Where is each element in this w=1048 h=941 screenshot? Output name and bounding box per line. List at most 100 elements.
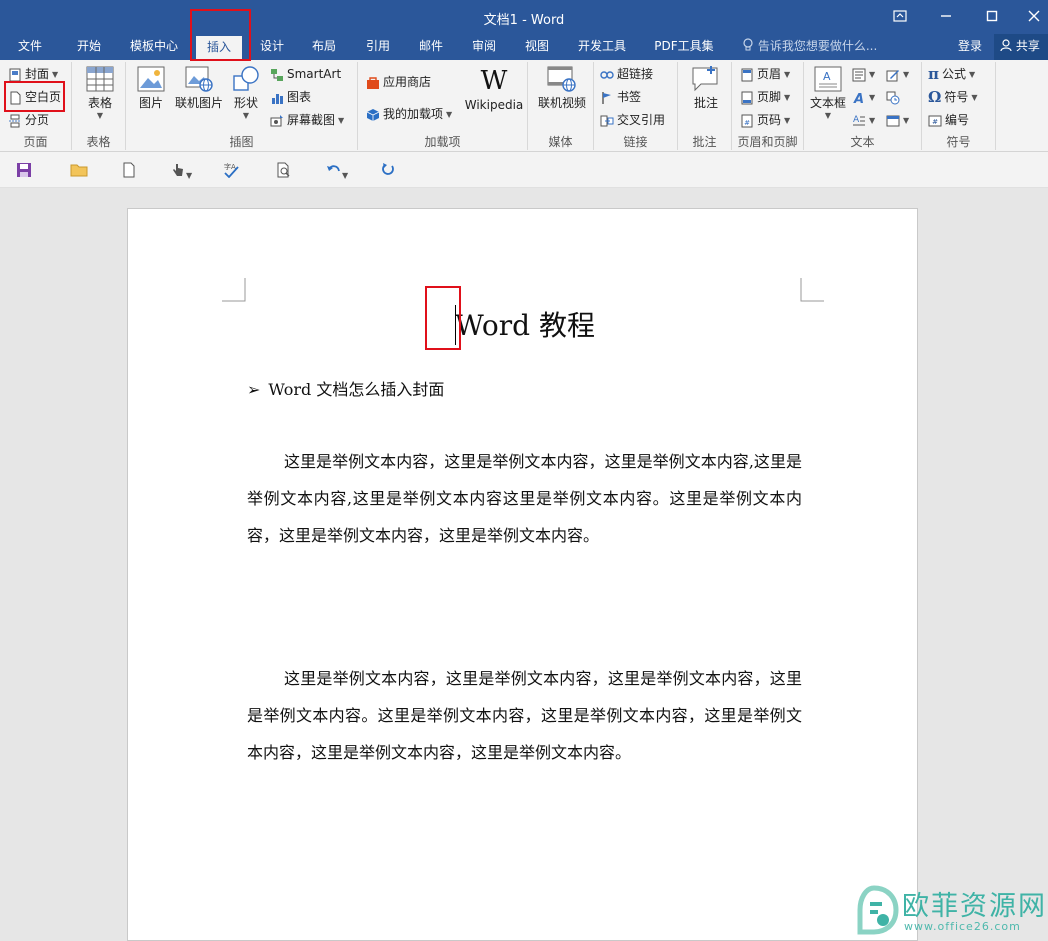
svg-text:字A: 字A — [224, 162, 236, 171]
tab-pdf-tools[interactable]: PDF工具集 — [648, 34, 720, 60]
group-comments-label: 批注 — [692, 135, 717, 149]
hyperlink-button[interactable]: 超链接 — [600, 64, 653, 85]
page-break-button[interactable]: 分页 — [8, 110, 49, 131]
date-time-button[interactable] — [886, 87, 900, 108]
chevron-down-icon: ▼ — [869, 93, 876, 102]
online-video-button[interactable]: 联机视频 — [534, 66, 590, 111]
tab-home[interactable]: 开始 — [68, 34, 110, 60]
screenshot-icon — [270, 114, 283, 126]
tab-mailings[interactable]: 邮件 — [411, 34, 451, 60]
group-text-label: 文本 — [850, 135, 875, 149]
symbol-label: 符号 — [944, 90, 969, 104]
maximize-button[interactable] — [980, 6, 1004, 26]
equation-button[interactable]: π 公式 ▼ — [928, 64, 975, 85]
undo-button[interactable]: ▼ — [326, 162, 358, 180]
my-addins-label: 我的加载项 — [383, 107, 444, 121]
tab-layout[interactable]: 布局 — [304, 34, 344, 60]
document-title[interactable]: Word 教程 — [455, 304, 595, 344]
object-button[interactable]: ▼ — [886, 110, 909, 131]
symbol-button[interactable]: Ω 符号 ▼ — [928, 87, 978, 108]
tell-me-text: 告诉我您想要做什么... — [757, 39, 878, 53]
share-button[interactable]: 共享 — [994, 34, 1048, 60]
bookmark-icon — [602, 91, 611, 104]
maximize-icon — [986, 10, 998, 22]
quick-access-toolbar: ▼ 字A ▼ — [0, 152, 1048, 188]
picture-button[interactable]: 图片 — [132, 66, 170, 111]
paragraph-2[interactable]: 这里是举例文本内容，这里是举例文本内容，这里是举例文本内容，这里是举例文本内容。… — [247, 660, 802, 771]
cover-icon — [9, 68, 21, 81]
footer-button[interactable]: 页脚 ▼ — [740, 87, 790, 108]
signature-line-button[interactable]: ▼ — [886, 64, 909, 85]
screenshot-button[interactable]: 屏幕截图 ▼ — [270, 110, 344, 131]
watermark-url: www.office26.com — [904, 920, 1021, 933]
group-links: 超链接 书签 交叉引用 链接 — [594, 62, 678, 150]
chevron-down-icon: ▼ — [784, 93, 791, 102]
drop-cap-button[interactable]: A ▼ — [852, 110, 875, 131]
close-icon — [1028, 10, 1040, 22]
close-button[interactable] — [1022, 6, 1046, 26]
chart-icon — [272, 93, 283, 104]
tab-developer[interactable]: 开发工具 — [570, 34, 634, 60]
watermark-name: 欧菲资源网 — [902, 891, 1047, 922]
touch-icon — [173, 164, 183, 176]
spelling-button[interactable]: 字A — [222, 162, 244, 180]
chart-button[interactable]: 图表 — [270, 87, 311, 108]
ribbon-display-options-button[interactable] — [888, 6, 912, 26]
bookmark-button[interactable]: 书签 — [600, 87, 641, 108]
online-picture-button[interactable]: 联机图片 — [172, 66, 226, 111]
tab-review[interactable]: 审阅 — [464, 34, 504, 60]
chevron-down-icon: ▼ — [903, 70, 910, 79]
open-button[interactable] — [70, 162, 92, 180]
object-icon — [886, 115, 900, 126]
online-video-icon — [547, 66, 576, 92]
tab-design[interactable]: 设计 — [252, 34, 292, 60]
group-header-footer: 页眉 ▼ 页脚 ▼ # 页码 ▼ 页眉和页脚 — [732, 62, 804, 150]
numbering-button[interactable]: # 编号 — [928, 110, 969, 131]
tab-template-center[interactable]: 模板中心 — [124, 34, 184, 60]
svg-text:A: A — [853, 92, 864, 105]
group-pages-label: 页面 — [23, 135, 48, 149]
quick-parts-button[interactable]: ▼ — [852, 64, 875, 85]
tab-file[interactable]: 文件 — [10, 34, 50, 60]
comment-button[interactable]: 批注 — [686, 66, 726, 111]
page-number-label: 页码 — [757, 113, 782, 127]
table-button[interactable]: 表格 ▼ — [80, 66, 120, 120]
login-link[interactable]: 登录 — [958, 34, 982, 60]
cross-reference-button[interactable]: 交叉引用 — [600, 110, 665, 131]
group-illustrations: 图片 联机图片 形状 ▼ SmartArt 图表 屏幕截图 ▼ 插图 — [126, 62, 358, 150]
smartart-button[interactable]: SmartArt — [270, 64, 341, 85]
online-video-label: 联机视频 — [537, 96, 586, 110]
paragraph-1[interactable]: 这里是举例文本内容，这里是举例文本内容，这里是举例文本内容,这里是举例文本内容,… — [247, 443, 802, 554]
touch-mode-button[interactable]: ▼ — [170, 162, 200, 180]
page-number-button[interactable]: # 页码 ▼ — [740, 110, 790, 131]
group-symbols-label: 符号 — [946, 135, 971, 149]
chevron-down-icon: ▼ — [96, 111, 104, 120]
textbox-button[interactable]: A 文本框 ▼ — [806, 66, 850, 120]
chevron-down-icon: ▼ — [869, 70, 876, 79]
tab-references[interactable]: 引用 — [358, 34, 398, 60]
new-document-button[interactable] — [122, 162, 144, 180]
print-preview-button[interactable] — [276, 162, 298, 180]
chevron-down-icon: ▼ — [242, 111, 250, 120]
chevron-down-icon: ▼ — [186, 171, 193, 180]
save-button[interactable] — [16, 162, 38, 180]
shapes-button[interactable]: 形状 ▼ — [228, 66, 264, 120]
redo-icon — [382, 163, 394, 175]
shapes-label: 形状 — [233, 96, 258, 110]
minimize-button[interactable] — [934, 6, 958, 26]
bullet-item[interactable]: ➢ Word 文档怎么插入封面 — [247, 376, 444, 400]
tab-view[interactable]: 视图 — [517, 34, 557, 60]
hyperlink-icon — [600, 70, 614, 79]
tell-me-search[interactable]: 告诉我您想要做什么... — [742, 34, 877, 60]
redo-button[interactable] — [380, 162, 402, 180]
my-addins-button[interactable]: 我的加载项 ▼ — [366, 104, 452, 125]
ribbon-display-icon — [893, 10, 907, 22]
picture-label: 图片 — [138, 96, 163, 110]
drop-cap-icon: A — [853, 115, 865, 125]
store-button[interactable]: 应用商店 — [366, 72, 431, 93]
group-symbols: π 公式 ▼ Ω 符号 ▼ # 编号 符号 — [922, 62, 996, 150]
ribbon: 封面 ▼ 空白页 分页 页面 表格 ▼ 表格 图片 联机图片 形状 ▼ Smar… — [0, 60, 1048, 152]
wordart-button[interactable]: A ▼ — [852, 87, 875, 108]
header-button[interactable]: 页眉 ▼ — [740, 64, 790, 85]
wikipedia-button[interactable]: W Wikipedia — [462, 66, 526, 112]
